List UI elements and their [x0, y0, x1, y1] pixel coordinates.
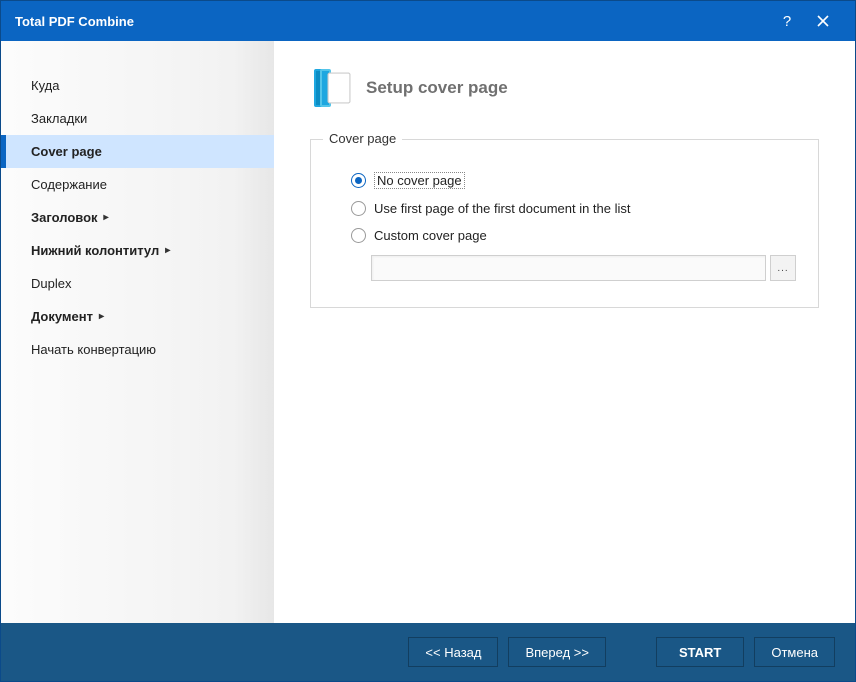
- chevron-right-icon: ▸: [104, 212, 109, 223]
- sidebar-item-0[interactable]: Куда: [1, 69, 274, 102]
- sidebar-item-label: Cover page: [31, 144, 102, 159]
- sidebar-item-label: Содержание: [31, 177, 107, 192]
- back-button[interactable]: << Назад: [408, 637, 498, 667]
- help-icon[interactable]: ?: [769, 1, 805, 41]
- page-header: Setup cover page: [310, 67, 819, 109]
- radio-label: No cover page: [374, 172, 465, 189]
- sidebar-item-7[interactable]: Документ ▸: [1, 300, 274, 333]
- sidebar-item-5[interactable]: Нижний колонтитул ▸: [1, 234, 274, 267]
- sidebar-item-1[interactable]: Закладки: [1, 102, 274, 135]
- sidebar-item-label: Duplex: [31, 276, 71, 291]
- sidebar-item-label: Заголовок: [31, 210, 98, 225]
- radio-icon: [351, 228, 366, 243]
- sidebar-item-label: Документ: [31, 309, 93, 324]
- next-button[interactable]: Вперед >>: [508, 637, 606, 667]
- sidebar-item-6[interactable]: Duplex: [1, 267, 274, 300]
- sidebar-item-label: Куда: [31, 78, 59, 93]
- sidebar-item-3[interactable]: Содержание: [1, 168, 274, 201]
- window-title: Total PDF Combine: [15, 14, 134, 29]
- radio-icon: [351, 201, 366, 216]
- custom-path-input[interactable]: [371, 255, 766, 281]
- page-title: Setup cover page: [366, 78, 508, 98]
- fieldset-legend: Cover page: [323, 131, 402, 146]
- sidebar: Куда Закладки Cover page Содержание Заголово…: [1, 41, 274, 623]
- start-button[interactable]: START: [656, 637, 744, 667]
- sidebar-item-8[interactable]: Начать конвертацию: [1, 333, 274, 366]
- radio-option-2[interactable]: Custom cover page: [351, 228, 796, 243]
- titlebar: Total PDF Combine ?: [1, 1, 855, 41]
- sidebar-item-4[interactable]: Заголовок ▸: [1, 201, 274, 234]
- cancel-button[interactable]: Отмена: [754, 637, 835, 667]
- browse-button[interactable]: ...: [770, 255, 796, 281]
- chevron-right-icon: ▸: [99, 311, 104, 322]
- radio-label: Custom cover page: [374, 228, 487, 243]
- radio-option-0[interactable]: No cover page: [351, 172, 796, 189]
- cover-page-icon: [310, 67, 352, 109]
- close-icon[interactable]: [805, 1, 841, 41]
- chevron-right-icon: ▸: [165, 245, 170, 256]
- radio-icon: [351, 173, 366, 188]
- footer: << Назад Вперед >> START Отмена: [1, 623, 855, 681]
- sidebar-item-label: Нижний колонтитул: [31, 243, 159, 258]
- layout: Куда Закладки Cover page Содержание Заголово…: [1, 41, 855, 623]
- main-panel: Setup cover page Cover page No cover pag…: [274, 41, 855, 623]
- app-window: Total PDF Combine ? Куда Закладки Cover pa…: [0, 0, 856, 682]
- cover-fieldset: Cover page No cover pageUse first page o…: [310, 139, 819, 308]
- sidebar-item-2[interactable]: Cover page: [1, 135, 274, 168]
- radio-option-1[interactable]: Use first page of the first document in …: [351, 201, 796, 216]
- radio-label: Use first page of the first document in …: [374, 201, 631, 216]
- custom-path-row: ...: [371, 255, 796, 281]
- sidebar-item-label: Начать конвертацию: [31, 342, 156, 357]
- sidebar-item-label: Закладки: [31, 111, 87, 126]
